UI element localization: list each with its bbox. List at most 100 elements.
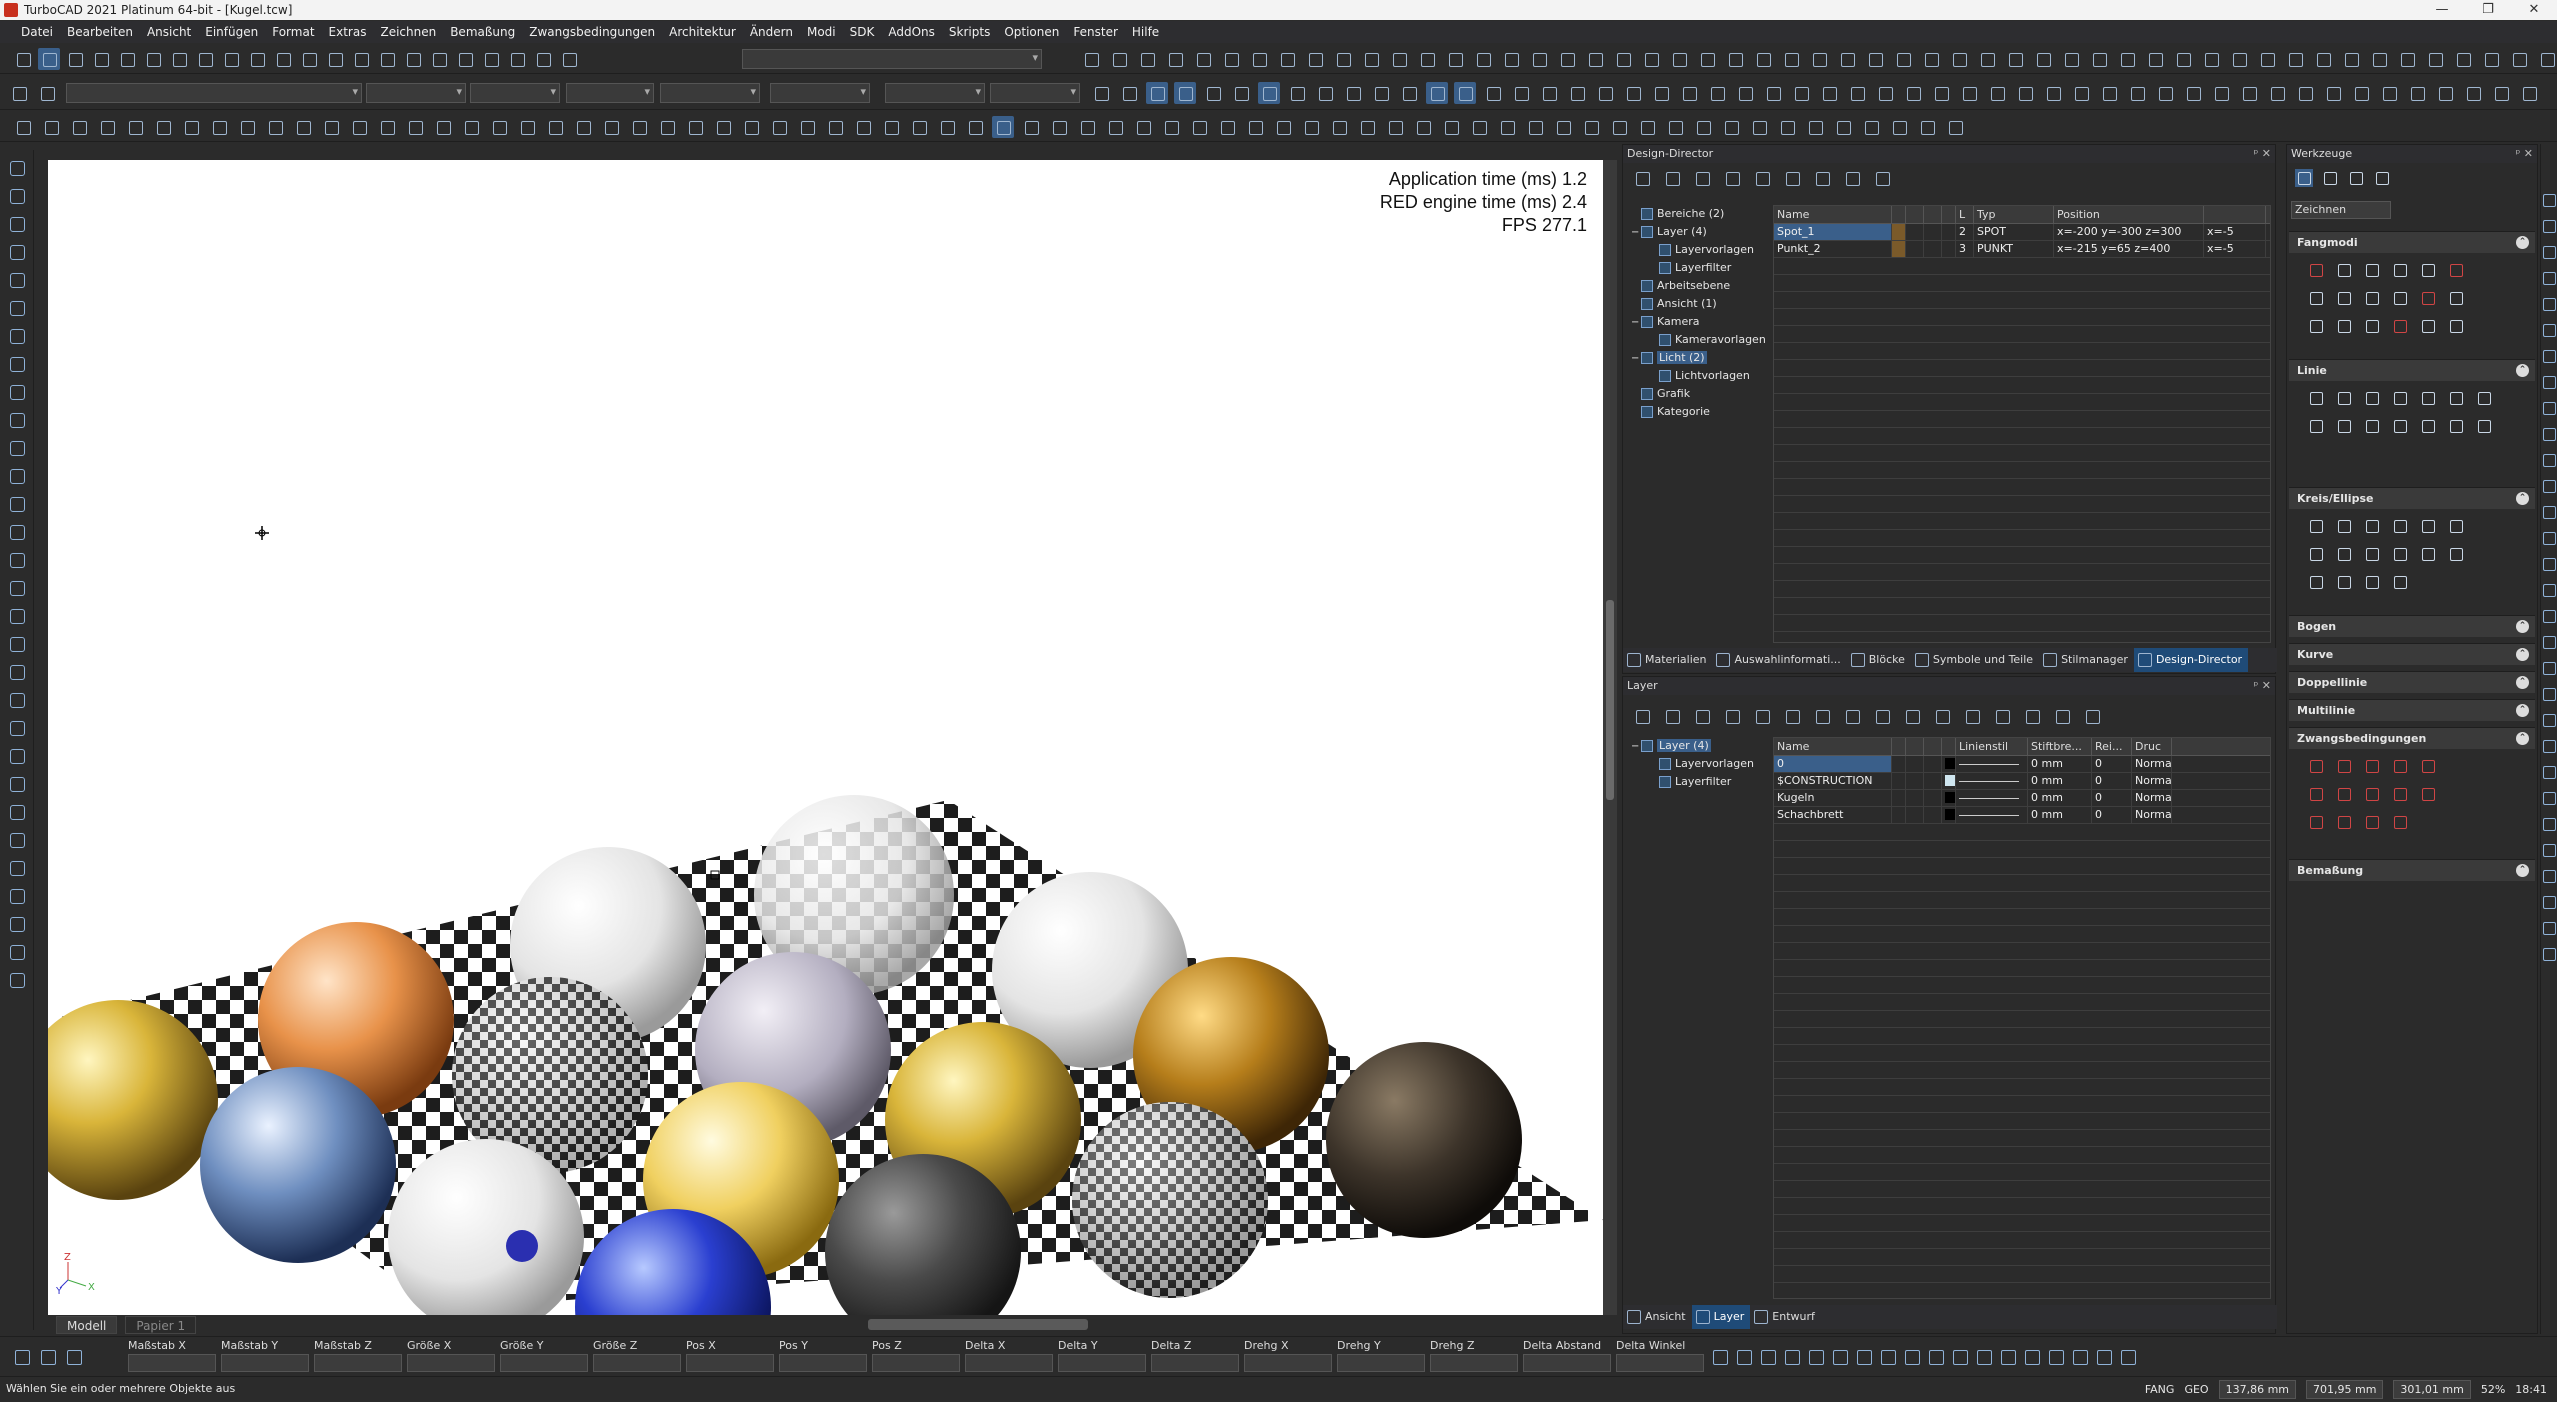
tree-item[interactable]: Layerfilter bbox=[1625, 773, 1777, 791]
right-tool-icon[interactable] bbox=[2543, 324, 2556, 337]
right-tool-icon[interactable] bbox=[2543, 844, 2556, 857]
tb2-button-3[interactable] bbox=[1118, 82, 1140, 104]
left-tool-22[interactable] bbox=[7, 774, 27, 794]
right-tool-icon[interactable] bbox=[2543, 714, 2556, 727]
right-tool-icon[interactable] bbox=[2543, 792, 2556, 805]
tb2-button-35[interactable] bbox=[2014, 82, 2036, 104]
inspector-input[interactable] bbox=[1616, 1354, 1704, 1372]
layer-color-swatch[interactable] bbox=[1945, 775, 1955, 786]
tree-item[interactable]: Layervorlagen bbox=[1625, 755, 1777, 773]
tb3-button-67[interactable] bbox=[1888, 116, 1910, 138]
tool-icon[interactable] bbox=[2363, 757, 2381, 775]
tb1-button-13[interactable] bbox=[350, 48, 372, 70]
inspector-input[interactable] bbox=[1244, 1354, 1332, 1372]
inspector-icon[interactable] bbox=[38, 1347, 58, 1367]
inspector-tool-icon[interactable] bbox=[1974, 1347, 1994, 1367]
column-header[interactable] bbox=[1906, 738, 1924, 755]
tb2-button-25[interactable] bbox=[1734, 82, 1756, 104]
right-tool-icon[interactable] bbox=[2543, 298, 2556, 311]
tool-icon[interactable] bbox=[2335, 517, 2353, 535]
tb2-dropdown-0[interactable] bbox=[66, 83, 362, 103]
panel-tab[interactable]: Blöcke bbox=[1847, 648, 1911, 672]
tool-icon[interactable] bbox=[2335, 289, 2353, 307]
tb3-button-26[interactable] bbox=[740, 116, 762, 138]
tb2-button-0[interactable] bbox=[8, 82, 30, 104]
tb2-button-13[interactable] bbox=[1398, 82, 1420, 104]
tb3-button-55[interactable] bbox=[1552, 116, 1574, 138]
tools-section[interactable]: Multilinie ⌃ bbox=[2289, 699, 2535, 721]
tb3-button-23[interactable] bbox=[656, 116, 678, 138]
tb1-button-27[interactable] bbox=[1220, 48, 1242, 70]
inspector-input[interactable] bbox=[128, 1354, 216, 1372]
layer-tools-button-15[interactable] bbox=[2081, 705, 2103, 727]
tb2-button-5[interactable] bbox=[1174, 82, 1196, 104]
inspector-input[interactable] bbox=[1151, 1354, 1239, 1372]
tb1-button-60[interactable] bbox=[2144, 48, 2166, 70]
tb3-button-42[interactable] bbox=[1188, 116, 1210, 138]
tb3-button-59[interactable] bbox=[1664, 116, 1686, 138]
tb1-button-21[interactable] bbox=[558, 48, 580, 70]
tool-icon[interactable] bbox=[2307, 545, 2325, 563]
tb1-button-17[interactable] bbox=[454, 48, 476, 70]
dd-tools-button-1[interactable] bbox=[1661, 167, 1683, 189]
column-header[interactable]: Typ bbox=[1974, 206, 2054, 223]
left-tool-13[interactable] bbox=[7, 522, 27, 542]
tb1-button-39[interactable] bbox=[1556, 48, 1578, 70]
inspector-input[interactable] bbox=[1337, 1354, 1425, 1372]
tool-icon[interactable] bbox=[2447, 545, 2465, 563]
panel-tab[interactable]: Ansicht bbox=[1623, 1305, 1692, 1329]
tb2-button-6[interactable] bbox=[1202, 82, 1224, 104]
inspector-tool-icon[interactable] bbox=[1902, 1347, 1922, 1367]
tool-icon[interactable] bbox=[2419, 545, 2437, 563]
left-tool-28[interactable] bbox=[7, 942, 27, 962]
tb3-button-52[interactable] bbox=[1468, 116, 1490, 138]
tb3-button-41[interactable] bbox=[1160, 116, 1182, 138]
tb1-button-9[interactable] bbox=[246, 48, 268, 70]
inspector-icon[interactable] bbox=[12, 1347, 32, 1367]
table-row[interactable]: Spot_1 2 SPOT x=-200 y=-300 z=300 x=-5 bbox=[1774, 224, 2270, 241]
tb3-button-68[interactable] bbox=[1916, 116, 1938, 138]
menu-8[interactable]: Zwangsbedingungen bbox=[522, 21, 662, 43]
panel-tab[interactable]: Symbole und Teile bbox=[1911, 648, 2039, 672]
tb2-button-27[interactable] bbox=[1790, 82, 1812, 104]
tb3-button-3[interactable] bbox=[96, 116, 118, 138]
inspector-tool-icon[interactable] bbox=[1878, 1347, 1898, 1367]
tree-item[interactable]: Arbeitsebene bbox=[1625, 277, 1777, 295]
viewport-horizontal-scrollbar[interactable] bbox=[868, 1319, 1088, 1330]
tb3-button-50[interactable] bbox=[1412, 116, 1434, 138]
tree-expander[interactable]: − bbox=[1631, 314, 1641, 332]
tb1-button-23[interactable] bbox=[1108, 48, 1130, 70]
tb1-button-57[interactable] bbox=[2060, 48, 2082, 70]
tool-icon[interactable] bbox=[2363, 261, 2381, 279]
tool-icon[interactable] bbox=[2391, 289, 2409, 307]
tb1-button-45[interactable] bbox=[1724, 48, 1746, 70]
tb1-button-43[interactable] bbox=[1668, 48, 1690, 70]
tb1-button-35[interactable] bbox=[1444, 48, 1466, 70]
tb1-button-44[interactable] bbox=[1696, 48, 1718, 70]
tb3-button-25[interactable] bbox=[712, 116, 734, 138]
column-header[interactable]: L bbox=[1956, 206, 1974, 223]
menu-13[interactable]: AddOns bbox=[881, 21, 942, 43]
inspector-input[interactable] bbox=[221, 1354, 309, 1372]
left-tool-12[interactable] bbox=[7, 494, 27, 514]
tb2-button-46[interactable] bbox=[2322, 82, 2344, 104]
right-tool-icon[interactable] bbox=[2543, 376, 2556, 389]
tb2-dropdown-5[interactable] bbox=[770, 83, 870, 103]
tb2-button-23[interactable] bbox=[1678, 82, 1700, 104]
left-tool-17[interactable] bbox=[7, 634, 27, 654]
tree-item[interactable]: Bereiche (2) bbox=[1625, 205, 1777, 223]
tool-icon[interactable] bbox=[2447, 289, 2465, 307]
tools-section[interactable]: Bemaßung ⌃ bbox=[2289, 859, 2535, 881]
tb3-button-62[interactable] bbox=[1748, 116, 1770, 138]
tb1-button-71[interactable] bbox=[2452, 48, 2474, 70]
tree-expander[interactable]: − bbox=[1631, 350, 1641, 368]
tree-item[interactable]: − Layer (4) bbox=[1625, 223, 1777, 241]
tb2-dropdown-6[interactable] bbox=[885, 83, 985, 103]
tb1-button-1[interactable] bbox=[38, 48, 60, 70]
menu-14[interactable]: Skripts bbox=[942, 21, 997, 43]
tb1-button-4[interactable] bbox=[116, 48, 138, 70]
tb3-button-10[interactable] bbox=[292, 116, 314, 138]
tb3-button-13[interactable] bbox=[376, 116, 398, 138]
tb3-button-4[interactable] bbox=[124, 116, 146, 138]
tb3-button-57[interactable] bbox=[1608, 116, 1630, 138]
